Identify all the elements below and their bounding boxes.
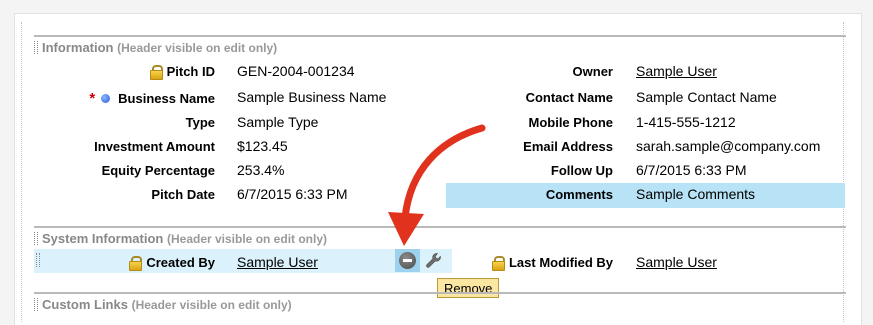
field-label-type: Type [185, 115, 215, 130]
field-label-owner: Owner [572, 64, 613, 79]
lock-icon [149, 65, 163, 80]
section-header-custom-links[interactable]: Custom Links (Header visible on edit onl… [34, 292, 846, 312]
field-label-pitch-date: Pitch Date [151, 187, 215, 202]
field-label-email-address: Email Address [523, 139, 613, 154]
field-value-pitch-date: 6/7/2015 6:33 PM [237, 186, 348, 202]
field-value-email-address: sarah.sample@company.com [636, 138, 821, 154]
field-label-last-modified-by: Last Modified By [440, 255, 613, 271]
field-value-contact-name: Sample Contact Name [636, 89, 777, 105]
field-value-investment-amount: $123.45 [237, 138, 288, 154]
field-value-business-name: Sample Business Name [237, 89, 387, 105]
required-icon: * [89, 90, 96, 107]
field-label-pitch-id: Pitch ID [60, 64, 215, 80]
field-label-comments: Comments [545, 187, 613, 202]
section-note: (Header visible on edit only) [166, 232, 328, 246]
section-header-system-information[interactable]: System Information (Header visible on ed… [34, 226, 846, 246]
remove-icon[interactable] [399, 252, 416, 269]
section-title: Information [42, 40, 114, 55]
created-by-link[interactable]: Sample User [237, 254, 318, 270]
section-note: (Header visible on edit only) [131, 298, 292, 312]
section-title: System Information [42, 231, 164, 246]
last-modified-by-link[interactable]: Sample User [636, 254, 717, 270]
field-value-follow-up: 6/7/2015 6:33 PM [636, 162, 747, 178]
section-title: Custom Links [42, 297, 128, 312]
field-label-equity-percentage: Equity Percentage [101, 163, 215, 178]
field-value-equity-percentage: 253.4% [237, 162, 285, 178]
required-dot-icon [101, 94, 111, 103]
field-value-comments: Sample Comments [636, 186, 756, 202]
field-value-type: Sample Type [237, 114, 319, 130]
section-header-information[interactable]: Information (Header visible on edit only… [34, 35, 846, 55]
drag-handle-icon[interactable] [34, 41, 38, 54]
section-note: (Header visible on edit only) [117, 41, 278, 55]
left-dotted-border [21, 22, 22, 322]
owner-link[interactable]: Sample User [636, 63, 717, 79]
field-label-mobile-phone: Mobile Phone [528, 115, 614, 130]
lock-icon [491, 256, 505, 271]
drag-handle-icon[interactable] [34, 298, 38, 311]
field-label-business-name: * Business Name [89, 90, 215, 107]
right-dotted-border [843, 22, 844, 322]
field-label-follow-up: Follow Up [550, 163, 613, 178]
drag-handle-icon[interactable] [36, 253, 40, 267]
lock-icon [129, 256, 143, 271]
drag-handle-icon[interactable] [34, 232, 38, 245]
field-value-pitch-id: GEN-2004-001234 [237, 63, 355, 79]
field-label-contact-name: Contact Name [525, 90, 613, 105]
field-value-mobile-phone: 1-415-555-1212 [636, 114, 736, 130]
field-label-created-by: Created By [60, 255, 215, 271]
field-label-investment-amount: Investment Amount [94, 139, 215, 154]
